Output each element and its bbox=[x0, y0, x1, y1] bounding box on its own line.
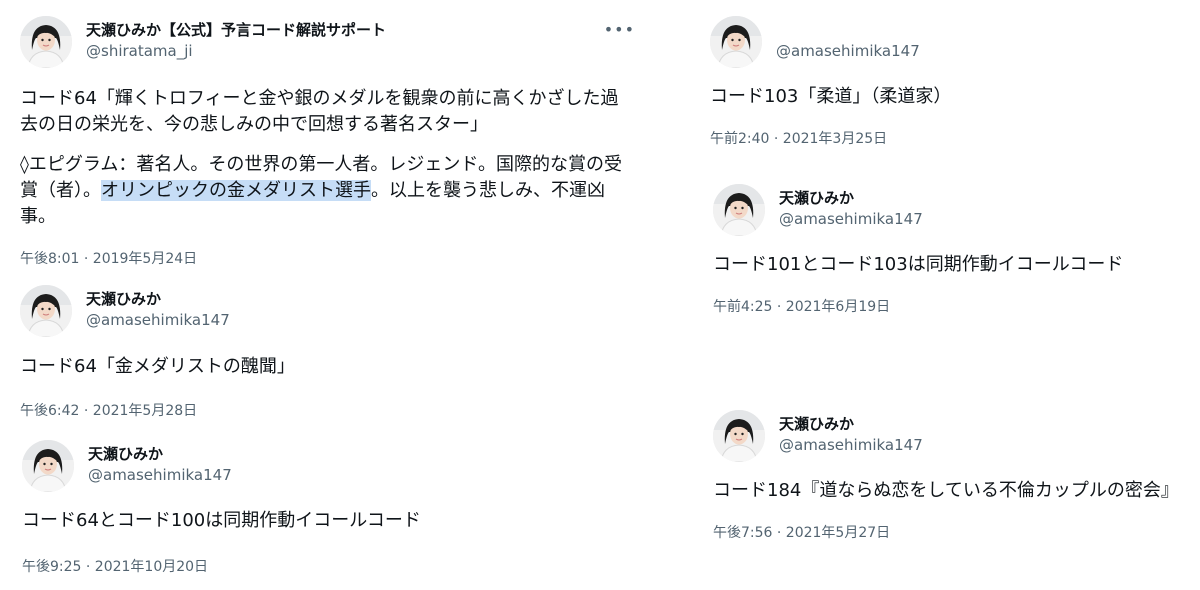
tweet-card: 天瀬ひみか @amasehimika147 コード64とコード100は同期作動イ… bbox=[22, 440, 637, 576]
tweet-text: コード101とコード103は同期作動イコールコード bbox=[713, 254, 1124, 275]
tweet-timestamp[interactable]: 午前4:25 · 2021年6月19日 bbox=[713, 296, 1188, 316]
tweet-card: 天瀬ひみか【公式】予言コード解説サポート @shiratama_ji ••• コ… bbox=[20, 16, 635, 268]
tweet-paragraph: コード64「輝くトロフィーと金や銀のメダルを観衆の前に高くかざした過去の日の栄光… bbox=[20, 88, 619, 135]
avatar[interactable] bbox=[713, 184, 765, 236]
avatar[interactable] bbox=[710, 16, 762, 68]
user-handle[interactable]: @shiratama_ji bbox=[86, 42, 193, 60]
display-name[interactable]: 天瀬ひみか bbox=[86, 288, 161, 309]
avatar-image bbox=[710, 16, 762, 68]
tweet-paragraph: ◊エピグラム：著名人。その世界の第一人者。レジェンド。国際的な賞の受賞（者）。オ… bbox=[20, 152, 635, 230]
display-name[interactable]: 天瀬ひみか【公式】予言コード解説サポート bbox=[86, 19, 386, 40]
selected-text-highlight: オリンピックの金メダリスト選手 bbox=[101, 180, 371, 201]
tweet-text: コード64「輝くトロフィーと金や銀のメダルを観衆の前に高くかざした過去の日の栄光… bbox=[20, 86, 635, 230]
user-handle[interactable]: @amasehimika147 bbox=[88, 466, 232, 484]
tweet-text: コード64「金メダリストの醜聞」 bbox=[20, 356, 295, 377]
more-horizontal-icon[interactable]: ••• bbox=[604, 20, 635, 39]
tweet-header: 天瀬ひみか @amasehimika147 bbox=[22, 440, 637, 492]
tweet-timestamp[interactable]: 午後8:01 · 2019年5月24日 bbox=[20, 248, 635, 268]
avatar[interactable] bbox=[713, 410, 765, 462]
avatar[interactable] bbox=[22, 440, 74, 492]
avatar-image bbox=[20, 285, 72, 337]
display-name[interactable]: 天瀬ひみか bbox=[779, 187, 854, 208]
user-handle[interactable]: @amasehimika147 bbox=[86, 311, 230, 329]
avatar[interactable] bbox=[20, 285, 72, 337]
tweet-header: 天瀬ひみか @amasehimika147 bbox=[713, 410, 1193, 462]
tweet-card: 天瀬ひみか @amasehimika147 コード184『道ならぬ恋をしている不… bbox=[713, 410, 1193, 542]
tweet-header: 天瀬ひみか @amasehimika147 bbox=[20, 285, 635, 337]
tweet-timestamp[interactable]: 午後9:25 · 2021年10月20日 bbox=[22, 556, 637, 576]
avatar[interactable] bbox=[20, 16, 72, 68]
tweet-text: コード64とコード100は同期作動イコールコード bbox=[22, 510, 421, 531]
display-name[interactable]: 天瀬ひみか bbox=[779, 413, 854, 434]
tweet-text: コード103「柔道」（柔道家） bbox=[710, 86, 952, 107]
display-name[interactable]: 天瀬ひみか bbox=[88, 443, 163, 464]
tweet-text: コード184『道ならぬ恋をしている不倫カップルの密会』 bbox=[713, 480, 1179, 501]
tweet-header: @amasehimika147 bbox=[710, 16, 1185, 68]
user-handle[interactable]: @amasehimika147 bbox=[779, 210, 923, 228]
avatar-image bbox=[713, 184, 765, 236]
tweet-timestamp[interactable]: 午後7:56 · 2021年5月27日 bbox=[713, 522, 1193, 542]
tweet-card: 天瀬ひみか @amasehimika147 コード101とコード103は同期作動… bbox=[713, 184, 1188, 316]
avatar-image bbox=[713, 410, 765, 462]
tweet-header: 天瀬ひみか【公式】予言コード解説サポート @shiratama_ji ••• bbox=[20, 16, 635, 68]
user-handle[interactable]: @amasehimika147 bbox=[779, 436, 923, 454]
tweet-card: 天瀬ひみか @amasehimika147 コード64「金メダリストの醜聞」 午… bbox=[20, 285, 635, 420]
avatar-image bbox=[22, 440, 74, 492]
user-handle[interactable]: @amasehimika147 bbox=[776, 42, 920, 60]
tweet-timestamp[interactable]: 午前2:40 · 2021年3月25日 bbox=[710, 128, 1185, 148]
tweet-header: 天瀬ひみか @amasehimika147 bbox=[713, 184, 1188, 236]
avatar-image bbox=[20, 16, 72, 68]
tweet-card: @amasehimika147 コード103「柔道」（柔道家） 午前2:40 ·… bbox=[710, 16, 1185, 148]
tweet-timestamp[interactable]: 午後6:42 · 2021年5月28日 bbox=[20, 400, 635, 420]
